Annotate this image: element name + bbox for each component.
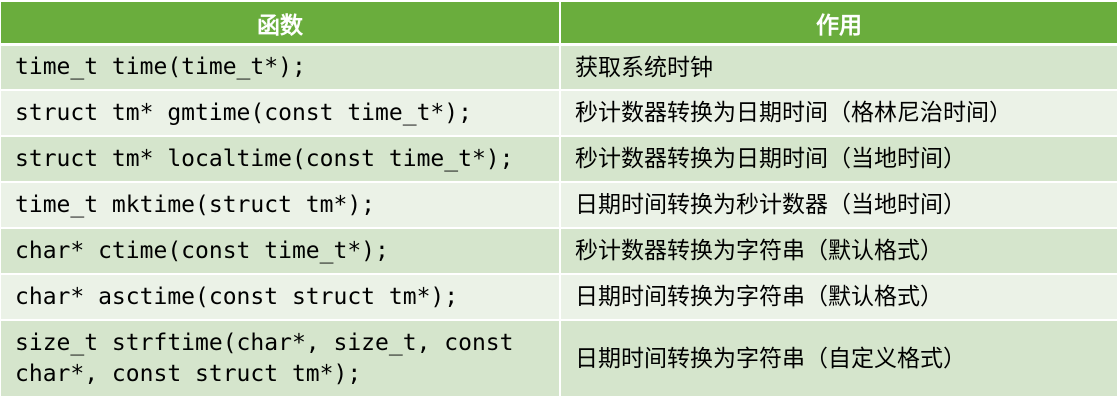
table-row: time_t mktime(struct tm*); 日期时间转换为秒计数器（当… xyxy=(1,182,1117,229)
function-signature: char* ctime(const time_t*); xyxy=(1,228,561,275)
purpose-column-header: 作用 xyxy=(560,2,1117,46)
function-signature: time_t mktime(struct tm*); xyxy=(1,182,561,229)
function-column-header: 函数 xyxy=(1,2,561,46)
table-row: char* asctime(const struct tm*); 日期时间转换为… xyxy=(1,274,1117,321)
function-purpose: 获取系统时钟 xyxy=(560,44,1117,91)
function-signature: size_t strftime(char*, size_t, const cha… xyxy=(1,320,561,396)
function-signature: char* asctime(const struct tm*); xyxy=(1,274,561,321)
table-row: struct tm* gmtime(const time_t*); 秒计数器转换… xyxy=(1,90,1117,137)
function-signature: time_t time(time_t*); xyxy=(1,44,561,91)
table-row: char* ctime(const time_t*); 秒计数器转换为字符串（默… xyxy=(1,228,1117,275)
function-purpose: 秒计数器转换为日期时间（格林尼治时间） xyxy=(560,90,1117,137)
function-purpose: 日期时间转换为字符串（自定义格式） xyxy=(560,320,1117,396)
table-row: size_t strftime(char*, size_t, const cha… xyxy=(1,320,1117,396)
time-functions-table: 函数 作用 time_t time(time_t*); 获取系统时钟 struc… xyxy=(1,2,1117,396)
function-purpose: 日期时间转换为字符串（默认格式） xyxy=(560,274,1117,321)
function-signature: struct tm* localtime(const time_t*); xyxy=(1,136,561,183)
table-row: time_t time(time_t*); 获取系统时钟 xyxy=(1,44,1117,91)
table-header-row: 函数 作用 xyxy=(1,2,1117,46)
function-signature: struct tm* gmtime(const time_t*); xyxy=(1,90,561,137)
function-purpose: 秒计数器转换为字符串（默认格式） xyxy=(560,228,1117,275)
function-purpose: 日期时间转换为秒计数器（当地时间） xyxy=(560,182,1117,229)
function-purpose: 秒计数器转换为日期时间（当地时间） xyxy=(560,136,1117,183)
table-row: struct tm* localtime(const time_t*); 秒计数… xyxy=(1,136,1117,183)
